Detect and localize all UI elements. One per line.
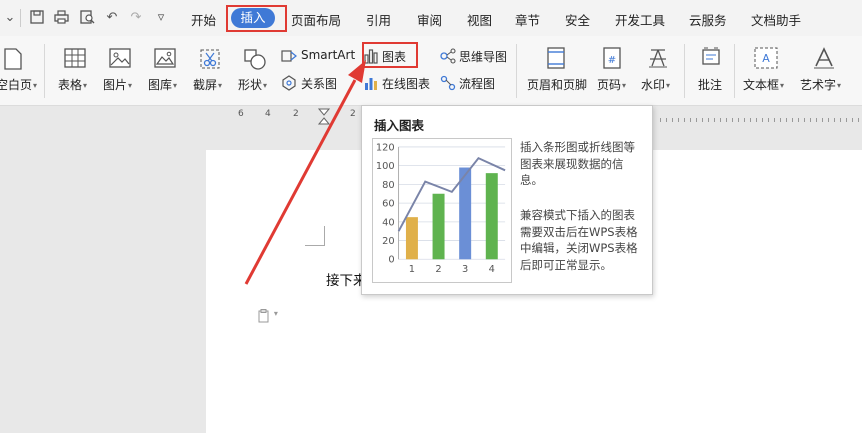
annotation-arrow [244, 60, 366, 285]
